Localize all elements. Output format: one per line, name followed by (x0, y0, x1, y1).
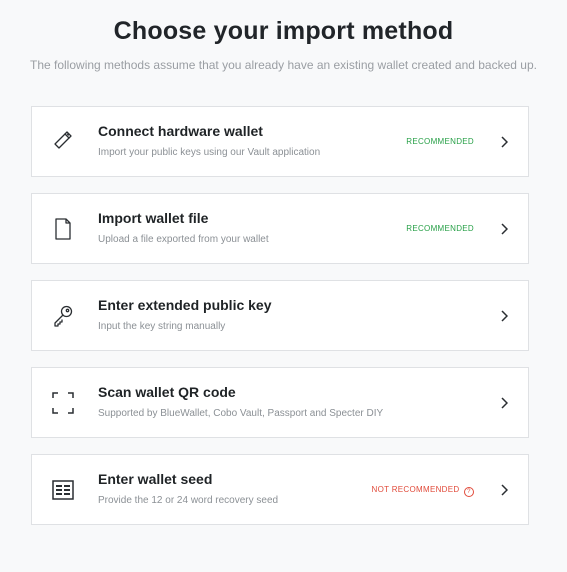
not-recommended-badge: NOT RECOMMENDED ? (372, 485, 474, 497)
method-description: Input the key string manually (98, 321, 226, 332)
recommended-badge: RECOMMENDED (406, 224, 474, 233)
import-method-list: Connect hardware wallet Import your publ… (31, 106, 529, 541)
page-subtitle: The following methods assume that you al… (30, 58, 537, 72)
scan-icon (50, 390, 76, 416)
method-description: Import your public keys using our Vault … (98, 147, 321, 158)
method-name: Connect hardware wallet (98, 123, 263, 139)
method-wallet-file[interactable]: Import wallet file Upload a file exporte… (31, 193, 529, 264)
chevron-right-icon (501, 310, 508, 322)
chevron-right-icon (501, 223, 508, 235)
method-name: Import wallet file (98, 210, 209, 226)
method-name: Scan wallet QR code (98, 384, 236, 400)
method-extended-public-key[interactable]: Enter extended public key Input the key … (31, 280, 529, 351)
file-icon (50, 216, 76, 242)
key-icon (50, 303, 76, 329)
chevron-right-icon (501, 136, 508, 148)
recommended-badge: RECOMMENDED (406, 137, 474, 146)
usb-device-icon (50, 129, 76, 155)
method-description: Supported by BlueWallet, Cobo Vault, Pas… (98, 408, 384, 419)
method-description: Provide the 12 or 24 word recovery seed (98, 495, 279, 506)
method-hardware-wallet[interactable]: Connect hardware wallet Import your publ… (31, 106, 529, 177)
method-name: Enter wallet seed (98, 471, 213, 487)
method-wallet-seed[interactable]: Enter wallet seed Provide the 12 or 24 w… (31, 454, 529, 525)
method-scan-qr[interactable]: Scan wallet QR code Supported by BlueWal… (31, 367, 529, 438)
chevron-right-icon (501, 484, 508, 496)
badge-label: NOT RECOMMENDED (371, 485, 460, 494)
seed-grid-icon (50, 477, 76, 503)
page-title: Choose your import method (113, 17, 454, 45)
chevron-right-icon (501, 397, 508, 409)
method-description: Upload a file exported from your wallet (98, 234, 269, 245)
method-name: Enter extended public key (98, 297, 272, 313)
help-icon[interactable]: ? (464, 487, 474, 497)
